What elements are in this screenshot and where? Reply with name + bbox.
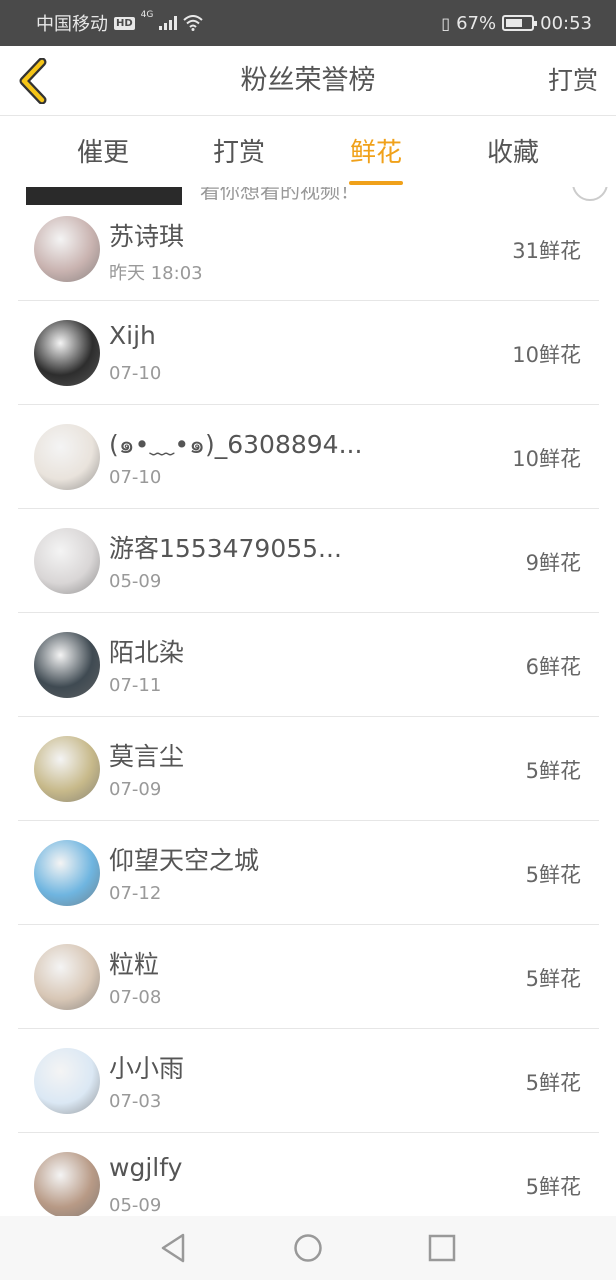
timestamp: 05-09 [109, 571, 162, 592]
tab-label: 打赏 [212, 138, 265, 168]
timestamp: 05-09 [109, 1195, 162, 1216]
avatar[interactable] [34, 1048, 100, 1114]
list-item[interactable]: 莫言尘 07-09 5鲜花 [18, 717, 599, 821]
carrier-label: 中国移动 [36, 14, 108, 35]
title-bar: 粉丝荣誉榜 打赏 [0, 46, 616, 116]
flower-count: 5鲜花 [525, 759, 581, 783]
list-item[interactable]: 陌北染 07-11 6鲜花 [18, 613, 599, 717]
fan-list: 苏诗琪 昨天 18:03 31鲜花 Xijh 07-10 10鲜花 (๑•﹏•๑)_6308… [18, 197, 599, 1237]
timestamp: 07-10 [109, 467, 162, 488]
user-name: (๑•﹏•๑)_6308894... [109, 430, 363, 459]
avatar[interactable] [34, 216, 100, 282]
tab-label: 鲜花 [349, 138, 402, 168]
status-bar: 中国移动 HD 4G ▯ 67% 00:53 [0, 0, 616, 46]
tab-indicator [349, 181, 403, 185]
list-item[interactable]: 仰望天空之城 07-12 5鲜花 [18, 821, 599, 925]
flower-count: 9鲜花 [525, 551, 581, 575]
user-name: 莫言尘 [109, 742, 185, 771]
triangle-back-icon[interactable] [154, 1228, 194, 1268]
avatar[interactable] [34, 944, 100, 1010]
avatar[interactable] [34, 632, 100, 698]
battery-fill [506, 19, 523, 27]
tab-favorites[interactable]: 收藏 [463, 117, 563, 189]
flower-count: 6鲜花 [525, 655, 581, 679]
square-recent-icon[interactable] [422, 1228, 462, 1268]
network-label: 4G [140, 10, 154, 20]
tab-urge[interactable]: 催更 [53, 117, 153, 189]
flower-count: 5鲜花 [525, 1071, 581, 1095]
circle-home-icon[interactable] [288, 1228, 328, 1268]
user-name: 粒粒 [109, 950, 160, 979]
list-item[interactable]: 粒粒 07-08 5鲜花 [18, 925, 599, 1029]
list-item[interactable]: 小小雨 07-03 5鲜花 [18, 1029, 599, 1133]
status-left: 中国移动 HD 4G [36, 10, 204, 36]
clock: 00:53 [540, 12, 592, 34]
avatar[interactable] [34, 1152, 100, 1218]
signal-icon [159, 16, 178, 30]
timestamp: 昨天 18:03 [109, 263, 203, 284]
user-name: 小小雨 [109, 1054, 185, 1083]
flower-count: 31鲜花 [512, 239, 581, 263]
timestamp: 07-12 [109, 883, 162, 904]
list-item[interactable]: Xijh 07-10 10鲜花 [18, 301, 599, 405]
flower-count: 10鲜花 [512, 343, 581, 367]
reward-button[interactable]: 打赏 [548, 46, 598, 116]
timestamp: 07-03 [109, 1091, 162, 1112]
hd-badge: HD [114, 16, 135, 30]
timestamp: 07-10 [109, 363, 162, 384]
user-name: 仰望天空之城 [109, 846, 260, 875]
list-item[interactable]: 游客1553479055... 05-09 9鲜花 [18, 509, 599, 613]
user-name: Xijh [109, 321, 156, 350]
flower-count: 5鲜花 [525, 863, 581, 887]
battery-percent: 67% [456, 12, 497, 34]
wifi-icon [183, 15, 204, 31]
page-title: 粉丝荣誉榜 [240, 65, 376, 96]
user-name: 陌北染 [109, 638, 185, 667]
user-name: 游客1553479055... [109, 534, 342, 563]
tab-reward[interactable]: 打赏 [189, 117, 289, 189]
battery-icon [502, 15, 538, 31]
timestamp: 07-09 [109, 779, 162, 800]
avatar[interactable] [34, 320, 100, 386]
vibrate-icon: ▯ [441, 13, 451, 33]
flower-count: 10鲜花 [512, 447, 581, 471]
tab-flowers[interactable]: 鲜花 [326, 117, 426, 189]
avatar[interactable] [34, 528, 100, 594]
status-right: ▯ 67% 00:53 [441, 13, 592, 34]
list-item[interactable]: 苏诗琪昨天 18:03 31鲜花 [18, 197, 599, 301]
user-name: 苏诗琪 [109, 222, 185, 251]
flower-count: 5鲜花 [525, 1175, 581, 1199]
user-name: wgjlfy [109, 1153, 183, 1182]
list-item[interactable]: (๑•﹏•๑)_6308894... 07-10 10鲜花 [18, 405, 599, 509]
timestamp: 07-11 [109, 675, 162, 696]
tab-bar: 催更 打赏 鲜花 收藏 [0, 117, 616, 187]
avatar[interactable] [34, 424, 100, 490]
timestamp: 07-08 [109, 987, 162, 1008]
tab-label: 收藏 [486, 138, 539, 168]
avatar[interactable] [34, 736, 100, 802]
avatar[interactable] [34, 840, 100, 906]
flower-count: 5鲜花 [525, 967, 581, 991]
system-nav-bar [0, 1216, 616, 1280]
tab-label: 催更 [76, 138, 129, 168]
